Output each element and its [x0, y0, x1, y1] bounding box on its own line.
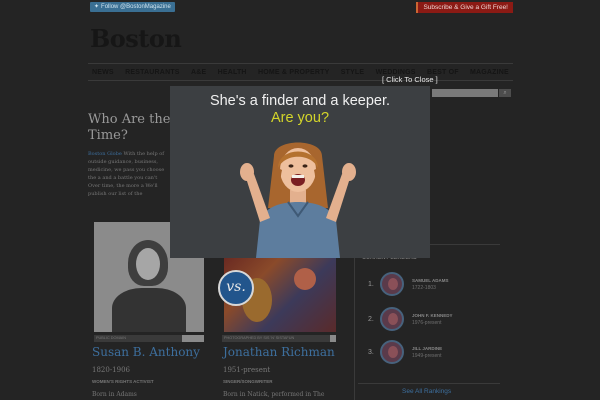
leader-item[interactable]: 3. JILL JARDINE 1949-present [368, 340, 442, 364]
article-intro: Boston Globe With the help of outside gu… [88, 150, 170, 198]
leader-years: 1722-1803 [412, 284, 436, 291]
intro-text: With the help of outside guidance, busin… [88, 151, 165, 197]
column-divider [354, 258, 355, 400]
intro-link[interactable]: Boston Globe [88, 151, 122, 157]
nav-item-style[interactable]: STYLE [341, 69, 365, 76]
leader-name[interactable]: JOHN F. KENNEDY [412, 313, 453, 318]
article-headline: Who Are the Time? [88, 112, 171, 143]
vote-bar-right[interactable] [330, 335, 336, 342]
contender-years-right: 1951-present [223, 366, 271, 374]
nav-item-news[interactable]: NEWS [92, 69, 114, 76]
leader-item[interactable]: 2. JOHN F. KENNEDY 1976-present [368, 307, 453, 331]
search-icon[interactable]: ⌕ [499, 89, 511, 97]
promo-modal: She's a finder and a keeper. Are you? [170, 86, 430, 258]
contender-role-right: SINGER/SONGWRITER [223, 379, 273, 384]
nav-item-restaurants[interactable]: RESTAURANTS [125, 69, 180, 76]
photo-credit-left: PUBLIC DOMAIN [96, 336, 126, 340]
leader-years: 1976-present [412, 319, 442, 326]
photo-credit-right: PHOTOGRAPHED BY SIS 'N' SISTAFUN [224, 336, 295, 340]
contender-role-left: WOMEN'S RIGHTS ACTIVIST [92, 379, 154, 384]
nav-item-home-property[interactable]: HOME & PROPERTY [258, 69, 329, 76]
contender-bio-left: Born in Adams [92, 391, 137, 398]
leader-avatar[interactable] [380, 272, 404, 296]
modal-subtitle: Are you? [270, 110, 330, 126]
leader-name[interactable]: SAMUEL ADAMS [412, 278, 449, 283]
site-logo[interactable]: Boston [90, 24, 182, 53]
modal-title: She's a finder and a keeper. [209, 93, 391, 109]
leader-avatar[interactable] [380, 340, 404, 364]
twitter-bird-icon: ✦ [94, 4, 100, 10]
leader-years: 1949-present [412, 352, 442, 359]
twitter-follow-label: Follow @BostonMagazine [101, 4, 171, 10]
nav-item-magazine[interactable]: MAGAZINE [470, 69, 509, 76]
leader-rank: 1. [368, 280, 374, 288]
photo-caption-right: PHOTOGRAPHED BY SIS 'N' SISTAFUN [222, 335, 336, 342]
leader-name[interactable]: JILL JARDINE [412, 346, 442, 351]
vs-badge: vs. [218, 270, 254, 306]
leader-avatar[interactable] [380, 307, 404, 331]
twitter-follow-button[interactable]: ✦ Follow @BostonMagazine [90, 2, 175, 12]
main-nav: NEWS RESTAURANTS A&E HEALTH HOME & PROPE… [88, 63, 513, 81]
close-modal-link[interactable]: [ Click To Close ] [382, 75, 438, 84]
contender-bio-right: Born in Natick, performed in The [223, 391, 325, 398]
vote-bar-left[interactable] [182, 335, 204, 342]
leader-rank: 2. [368, 315, 374, 323]
nav-item-ae[interactable]: A&E [191, 69, 206, 76]
search-input[interactable] [432, 89, 498, 97]
photo-caption-left: PUBLIC DOMAIN [94, 335, 204, 342]
excited-woman-image [240, 142, 356, 258]
contender-years-left: 1820-1906 [92, 366, 130, 374]
sidebar-divider [358, 383, 500, 384]
top-strip: ✦ Follow @BostonMagazine Subscribe & Giv… [88, 2, 513, 14]
leader-rank: 3. [368, 348, 374, 356]
leader-item[interactable]: 1. SAMUEL ADAMS 1722-1803 [368, 272, 449, 296]
contender-name-left[interactable]: Susan B. Anthony [92, 345, 200, 359]
subscribe-button[interactable]: Subscribe & Give a Gift Free! [416, 2, 513, 13]
nav-item-health[interactable]: HEALTH [218, 69, 247, 76]
see-all-rankings-link[interactable]: See All Rankings [402, 388, 451, 395]
contender-name-right[interactable]: Jonathan Richman [223, 345, 335, 359]
